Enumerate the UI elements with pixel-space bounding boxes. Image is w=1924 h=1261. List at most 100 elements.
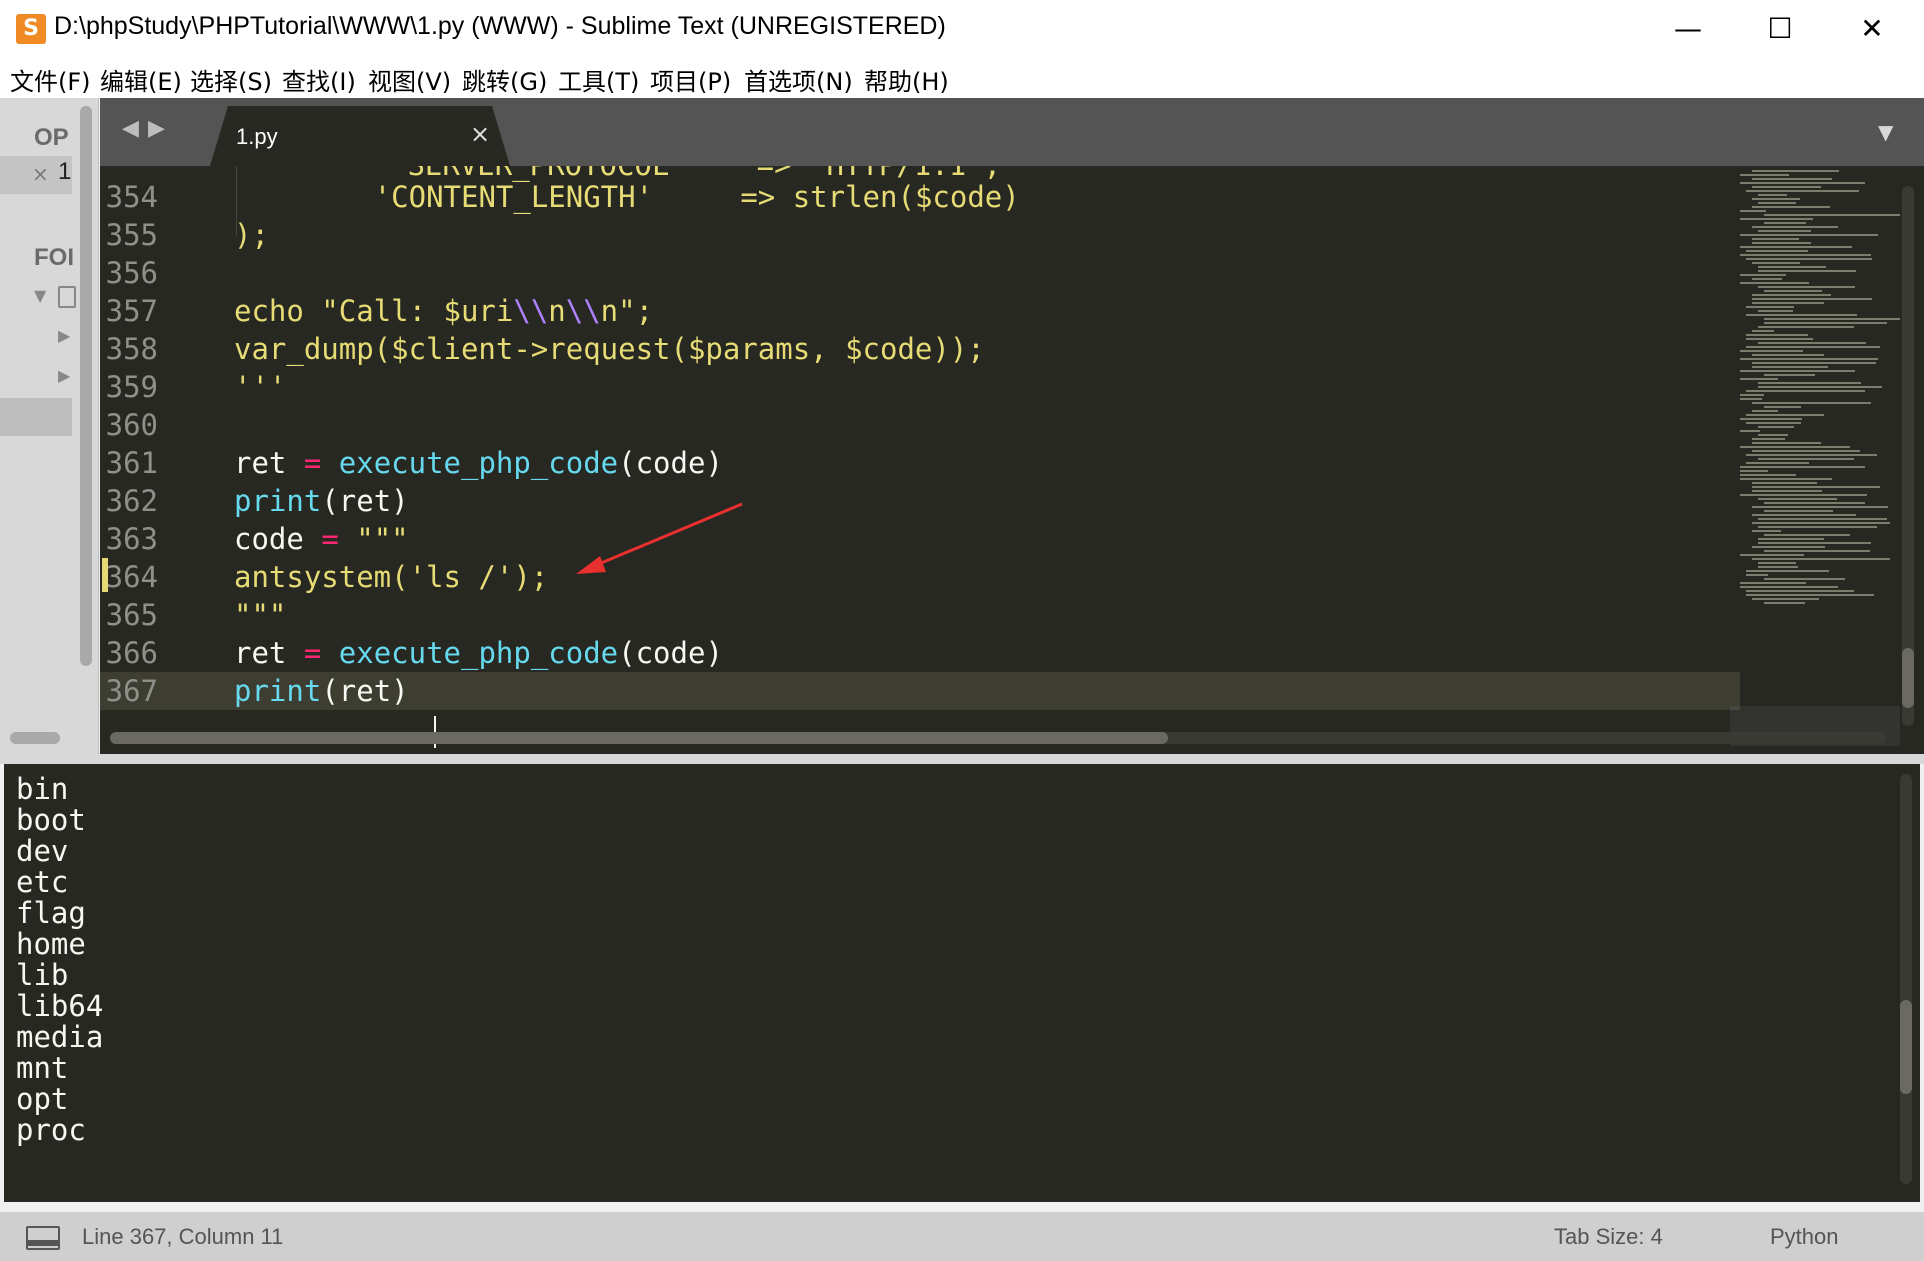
menu-project[interactable]: 项目(P) — [650, 62, 731, 97]
code-editor[interactable]: 'SERVER_PROTOCOL' => 'HTTP/1.1', 354 'CO… — [100, 166, 1924, 754]
minimap-line — [1752, 178, 1832, 180]
code-line[interactable]: 362 print(ret) — [100, 482, 1740, 520]
sidebar-scroll-thumb[interactable] — [80, 106, 92, 666]
menu-selection[interactable]: 选择(S) — [190, 62, 272, 97]
expand-folder-icon[interactable]: ▼ — [34, 286, 46, 305]
syntax-indicator[interactable]: Python — [1770, 1224, 1839, 1250]
minimap[interactable] — [1730, 166, 1900, 746]
output-panel-divider[interactable] — [0, 754, 1924, 764]
minimap-line — [1740, 218, 1813, 220]
minimap-line — [1758, 310, 1793, 312]
sidebar-horizontal-scroll-thumb[interactable] — [10, 732, 60, 744]
minimap-line — [1746, 594, 1874, 596]
tab-size-indicator[interactable]: Tab Size: 4 — [1554, 1224, 1663, 1250]
line-number: 363 — [105, 522, 158, 556]
output-vertical-scrollbar[interactable] — [1900, 774, 1912, 1184]
minimap-line — [1758, 326, 1854, 328]
code-token: var_dump($client->request($params, $code… — [234, 332, 985, 366]
tab-close-icon[interactable]: × — [470, 120, 490, 148]
code-text: 'CONTENT_LENGTH' => strlen($code) — [234, 178, 1020, 216]
minimap-line — [1752, 186, 1821, 188]
code-token: (code) — [618, 636, 723, 670]
minimap-line — [1752, 262, 1800, 264]
minimap-line — [1746, 570, 1829, 572]
menu-help[interactable]: 帮助(H) — [864, 62, 949, 97]
open-file-name[interactable]: 1 — [58, 158, 71, 186]
build-output-panel[interactable]: bin boot dev etc flag home lib lib64 media mnt opt… — [4, 764, 1920, 1202]
minimap-line — [1746, 590, 1854, 592]
code-text: print(ret) — [234, 672, 409, 710]
code-line[interactable]: 360 — [100, 406, 1740, 444]
code-line[interactable]: 365 """ — [100, 596, 1740, 634]
code-line[interactable]: 357 echo "Call: $uri\\n\\n"; — [100, 292, 1740, 330]
panel-toggle-icon[interactable] — [26, 1226, 60, 1250]
code-token: """ — [356, 522, 409, 556]
code-line[interactable]: 355); — [100, 216, 1740, 254]
code-token: print — [234, 674, 322, 708]
line-number: 366 — [105, 636, 158, 670]
maximize-button[interactable]: ☐ — [1734, 0, 1826, 58]
minimap-line — [1740, 446, 1850, 448]
code-line[interactable]: 358 var_dump($client->request($params, $c… — [100, 330, 1740, 368]
minimap-line — [1752, 302, 1824, 304]
code-line[interactable]: 366 ret = execute_php_code(code) — [100, 634, 1740, 672]
minimap-line — [1752, 438, 1785, 440]
minimap-line — [1752, 206, 1830, 208]
minimap-line — [1740, 398, 1762, 400]
minimap-line — [1740, 234, 1878, 236]
close-file-icon[interactable]: × — [32, 162, 49, 186]
editor-horizontal-scroll-thumb[interactable] — [110, 732, 1168, 744]
minimap-line — [1740, 182, 1865, 184]
collapsed-folder-icon[interactable]: ▶ — [58, 326, 70, 345]
menu-preferences[interactable]: 首选项(N) — [744, 62, 853, 97]
menu-file[interactable]: 文件(F) — [10, 62, 91, 97]
tab-dropdown-icon[interactable]: ▼ — [1878, 120, 1893, 144]
tab-title[interactable]: 1.py — [236, 124, 278, 150]
editor-vertical-scrollbar[interactable] — [1902, 186, 1914, 726]
code-token: ret — [234, 636, 304, 670]
minimap-line — [1740, 378, 1778, 380]
code-line[interactable]: 364 antsystem('ls /'); — [100, 558, 1740, 596]
code-line[interactable]: 367 print(ret) — [100, 672, 1740, 710]
line-number: 364 — [105, 560, 158, 594]
minimap-line — [1752, 238, 1799, 240]
collapsed-folder-icon[interactable]: ▶ — [58, 366, 70, 385]
minimap-line — [1764, 406, 1801, 408]
menu-goto[interactable]: 跳转(G) — [462, 62, 547, 97]
minimap-line — [1740, 370, 1855, 372]
minimap-line — [1746, 390, 1865, 392]
code-line[interactable]: 359 ''' — [100, 368, 1740, 406]
minimap-line — [1752, 226, 1838, 228]
code-line[interactable]: 361 ret = execute_php_code(code) — [100, 444, 1740, 482]
code-line[interactable]: 354 'CONTENT_LENGTH' => strlen($code) — [100, 178, 1740, 216]
menu-find[interactable]: 查找(I) — [282, 62, 356, 97]
minimap-line — [1758, 382, 1861, 384]
tab-nav-right-icon[interactable]: ▶ — [148, 116, 165, 141]
minimap-line — [1740, 350, 1803, 352]
minimap-line — [1758, 386, 1882, 388]
menu-tools[interactable]: 工具(T) — [558, 62, 639, 97]
minimize-button[interactable]: — — [1642, 0, 1734, 58]
minimap-line — [1752, 598, 1819, 600]
code-text: code = """ — [234, 520, 409, 558]
tab-bar: ◀ ▶ 1.py × ▼ — [100, 98, 1924, 166]
code-token: = — [321, 522, 339, 556]
code-token: = — [303, 636, 322, 670]
close-window-button[interactable]: ✕ — [1826, 0, 1918, 58]
editor-vertical-scroll-thumb[interactable] — [1902, 648, 1914, 708]
minimap-line — [1752, 450, 1860, 452]
selected-tree-item[interactable] — [0, 398, 72, 436]
code-line[interactable]: 363 code = """ — [100, 520, 1740, 558]
menu-edit[interactable]: 编辑(E) — [100, 62, 182, 97]
minimap-line — [1758, 342, 1866, 344]
minimap-line — [1752, 442, 1821, 444]
minimap-line — [1752, 294, 1831, 296]
line-number: 362 — [105, 484, 158, 518]
code-line[interactable]: 356 — [100, 254, 1740, 292]
tab-nav-left-icon[interactable]: ◀ — [122, 116, 139, 141]
code-text: var_dump($client->request($params, $code… — [234, 330, 985, 368]
output-scroll-thumb[interactable] — [1900, 1000, 1912, 1094]
menu-view[interactable]: 视图(V) — [368, 62, 451, 97]
code-token: (code) — [618, 446, 723, 480]
